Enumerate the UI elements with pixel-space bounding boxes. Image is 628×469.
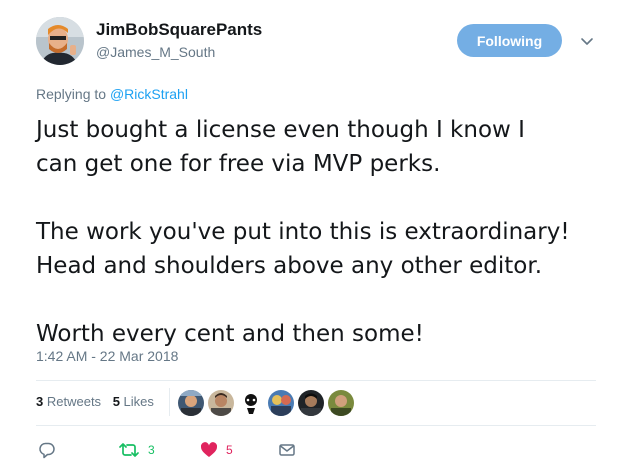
likes-count: 5 — [112, 394, 120, 409]
like-count: 5 — [226, 443, 233, 457]
avatar-photo-icon — [36, 17, 84, 65]
retweet-icon — [119, 443, 139, 457]
reply-icon — [39, 442, 55, 459]
envelope-icon — [279, 444, 295, 456]
liker-avatar[interactable] — [238, 390, 264, 416]
engagement-stats: 3 Retweets 5 Likes — [36, 394, 154, 409]
liker-avatar[interactable] — [298, 390, 324, 416]
liker-avatar[interactable] — [268, 390, 294, 416]
tweet-card: JimBobSquarePants @James_M_South Followi… — [0, 0, 628, 469]
like-action[interactable]: 5 — [200, 440, 233, 460]
tweet-line: can get one for free via MVP perks. — [36, 151, 441, 177]
retweet-action[interactable]: 3 — [118, 440, 155, 460]
tweet-line: The work you've put into this is extraor… — [36, 219, 570, 245]
divider — [36, 425, 596, 426]
author-avatar[interactable] — [36, 17, 84, 65]
tweet-text: Just bought a license even though I know… — [36, 113, 606, 351]
retweets-label: Retweets — [46, 394, 102, 409]
tweet-timestamp[interactable]: 1:42 AM - 22 Mar 2018 — [36, 348, 178, 364]
heart-icon — [200, 442, 218, 457]
likes-label: Likes — [123, 394, 154, 409]
stats-separator — [169, 388, 170, 416]
reply-context: Replying to @RickStrahl — [36, 86, 188, 102]
likes-stat[interactable]: 5 Likes — [113, 394, 154, 409]
tweet-line: Head and shoulders above any other edito… — [36, 253, 543, 279]
liker-avatar[interactable] — [208, 390, 234, 416]
reply-action[interactable] — [38, 440, 64, 460]
divider — [36, 380, 596, 381]
more-options-chevron-down-icon[interactable] — [576, 30, 598, 52]
reply-context-prefix: Replying to — [36, 86, 107, 102]
author-handle[interactable]: @James_M_South — [96, 44, 215, 60]
tweet-line: Worth every cent and then some! — [36, 321, 424, 347]
author-display-name[interactable]: JimBobSquarePants — [96, 20, 262, 40]
following-button[interactable]: Following — [457, 24, 562, 57]
direct-message-action[interactable] — [278, 440, 296, 460]
reply-mention-link[interactable]: @RickStrahl — [110, 86, 188, 102]
retweets-count: 3 — [36, 394, 44, 409]
tweet-line: Just bought a license even though I know… — [36, 117, 525, 143]
liker-avatar[interactable] — [178, 390, 204, 416]
retweet-count: 3 — [148, 443, 155, 457]
retweets-stat[interactable]: 3 Retweets — [36, 394, 101, 409]
liker-avatar[interactable] — [328, 390, 354, 416]
